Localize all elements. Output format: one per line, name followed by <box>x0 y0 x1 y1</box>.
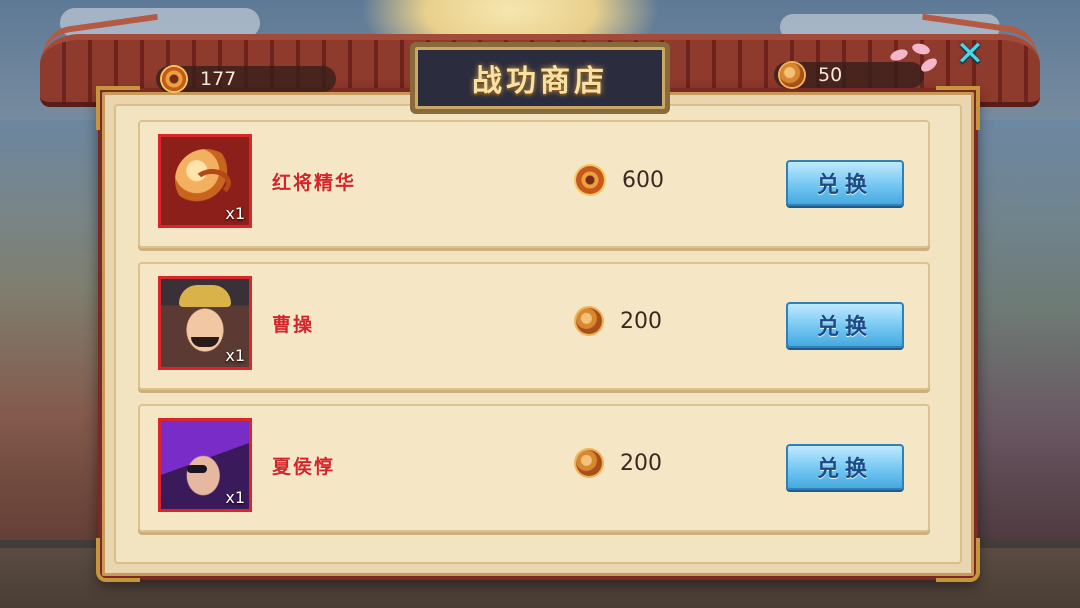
item-name: 红将精华 <box>272 172 357 194</box>
panel-corner-ornament <box>936 538 980 582</box>
close-button[interactable]: ✕ <box>950 34 990 74</box>
item-name: 夏侯惇 <box>272 456 336 478</box>
bronze-coin-icon <box>576 450 602 476</box>
panel-corner-ornament <box>96 86 140 130</box>
exchange-button[interactable]: 兑换 <box>786 444 904 490</box>
item-quantity: x1 <box>225 488 245 507</box>
merit-amount: 177 <box>200 68 237 90</box>
bronze-coin-icon <box>576 308 602 334</box>
item-price: 600 <box>576 166 664 194</box>
merit-medal-icon <box>576 166 604 194</box>
cherry-petals-decoration <box>888 41 950 75</box>
background-left-scenery <box>0 120 110 540</box>
item-icon-frame[interactable]: x1 <box>158 276 252 370</box>
item-icon-frame[interactable]: x1 <box>158 134 252 228</box>
close-x-icon: ✕ <box>955 34 985 74</box>
item-name: 曹操 <box>272 314 315 336</box>
bronze-coin-icon <box>780 63 804 87</box>
red-general-essence-icon <box>175 149 237 211</box>
shop-item-row: x1 曹操 200 兑换 <box>138 262 930 390</box>
item-price: 200 <box>576 450 662 476</box>
merit-medal-icon <box>162 67 186 91</box>
exchange-button[interactable]: 兑换 <box>786 160 904 206</box>
background-right-scenery <box>960 120 1080 540</box>
item-quantity: x1 <box>225 346 245 365</box>
merit-currency-display: 177 <box>156 66 336 92</box>
shop-title: 战功商店 <box>472 64 608 99</box>
panel-corner-ornament <box>936 86 980 130</box>
item-icon-frame[interactable]: x1 <box>158 418 252 512</box>
shop-item-row: x1 夏侯惇 200 兑换 <box>138 404 930 532</box>
exchange-button[interactable]: 兑换 <box>786 302 904 348</box>
price-value: 600 <box>622 167 664 193</box>
coin-amount: 50 <box>818 64 843 86</box>
item-price: 200 <box>576 308 662 334</box>
price-value: 200 <box>620 308 662 334</box>
panel-corner-ornament <box>96 538 140 582</box>
title-plaque: 战功商店 <box>410 42 670 114</box>
shop-item-row: x1 红将精华 600 兑换 <box>138 120 930 248</box>
item-quantity: x1 <box>225 204 245 223</box>
price-value: 200 <box>620 450 662 476</box>
